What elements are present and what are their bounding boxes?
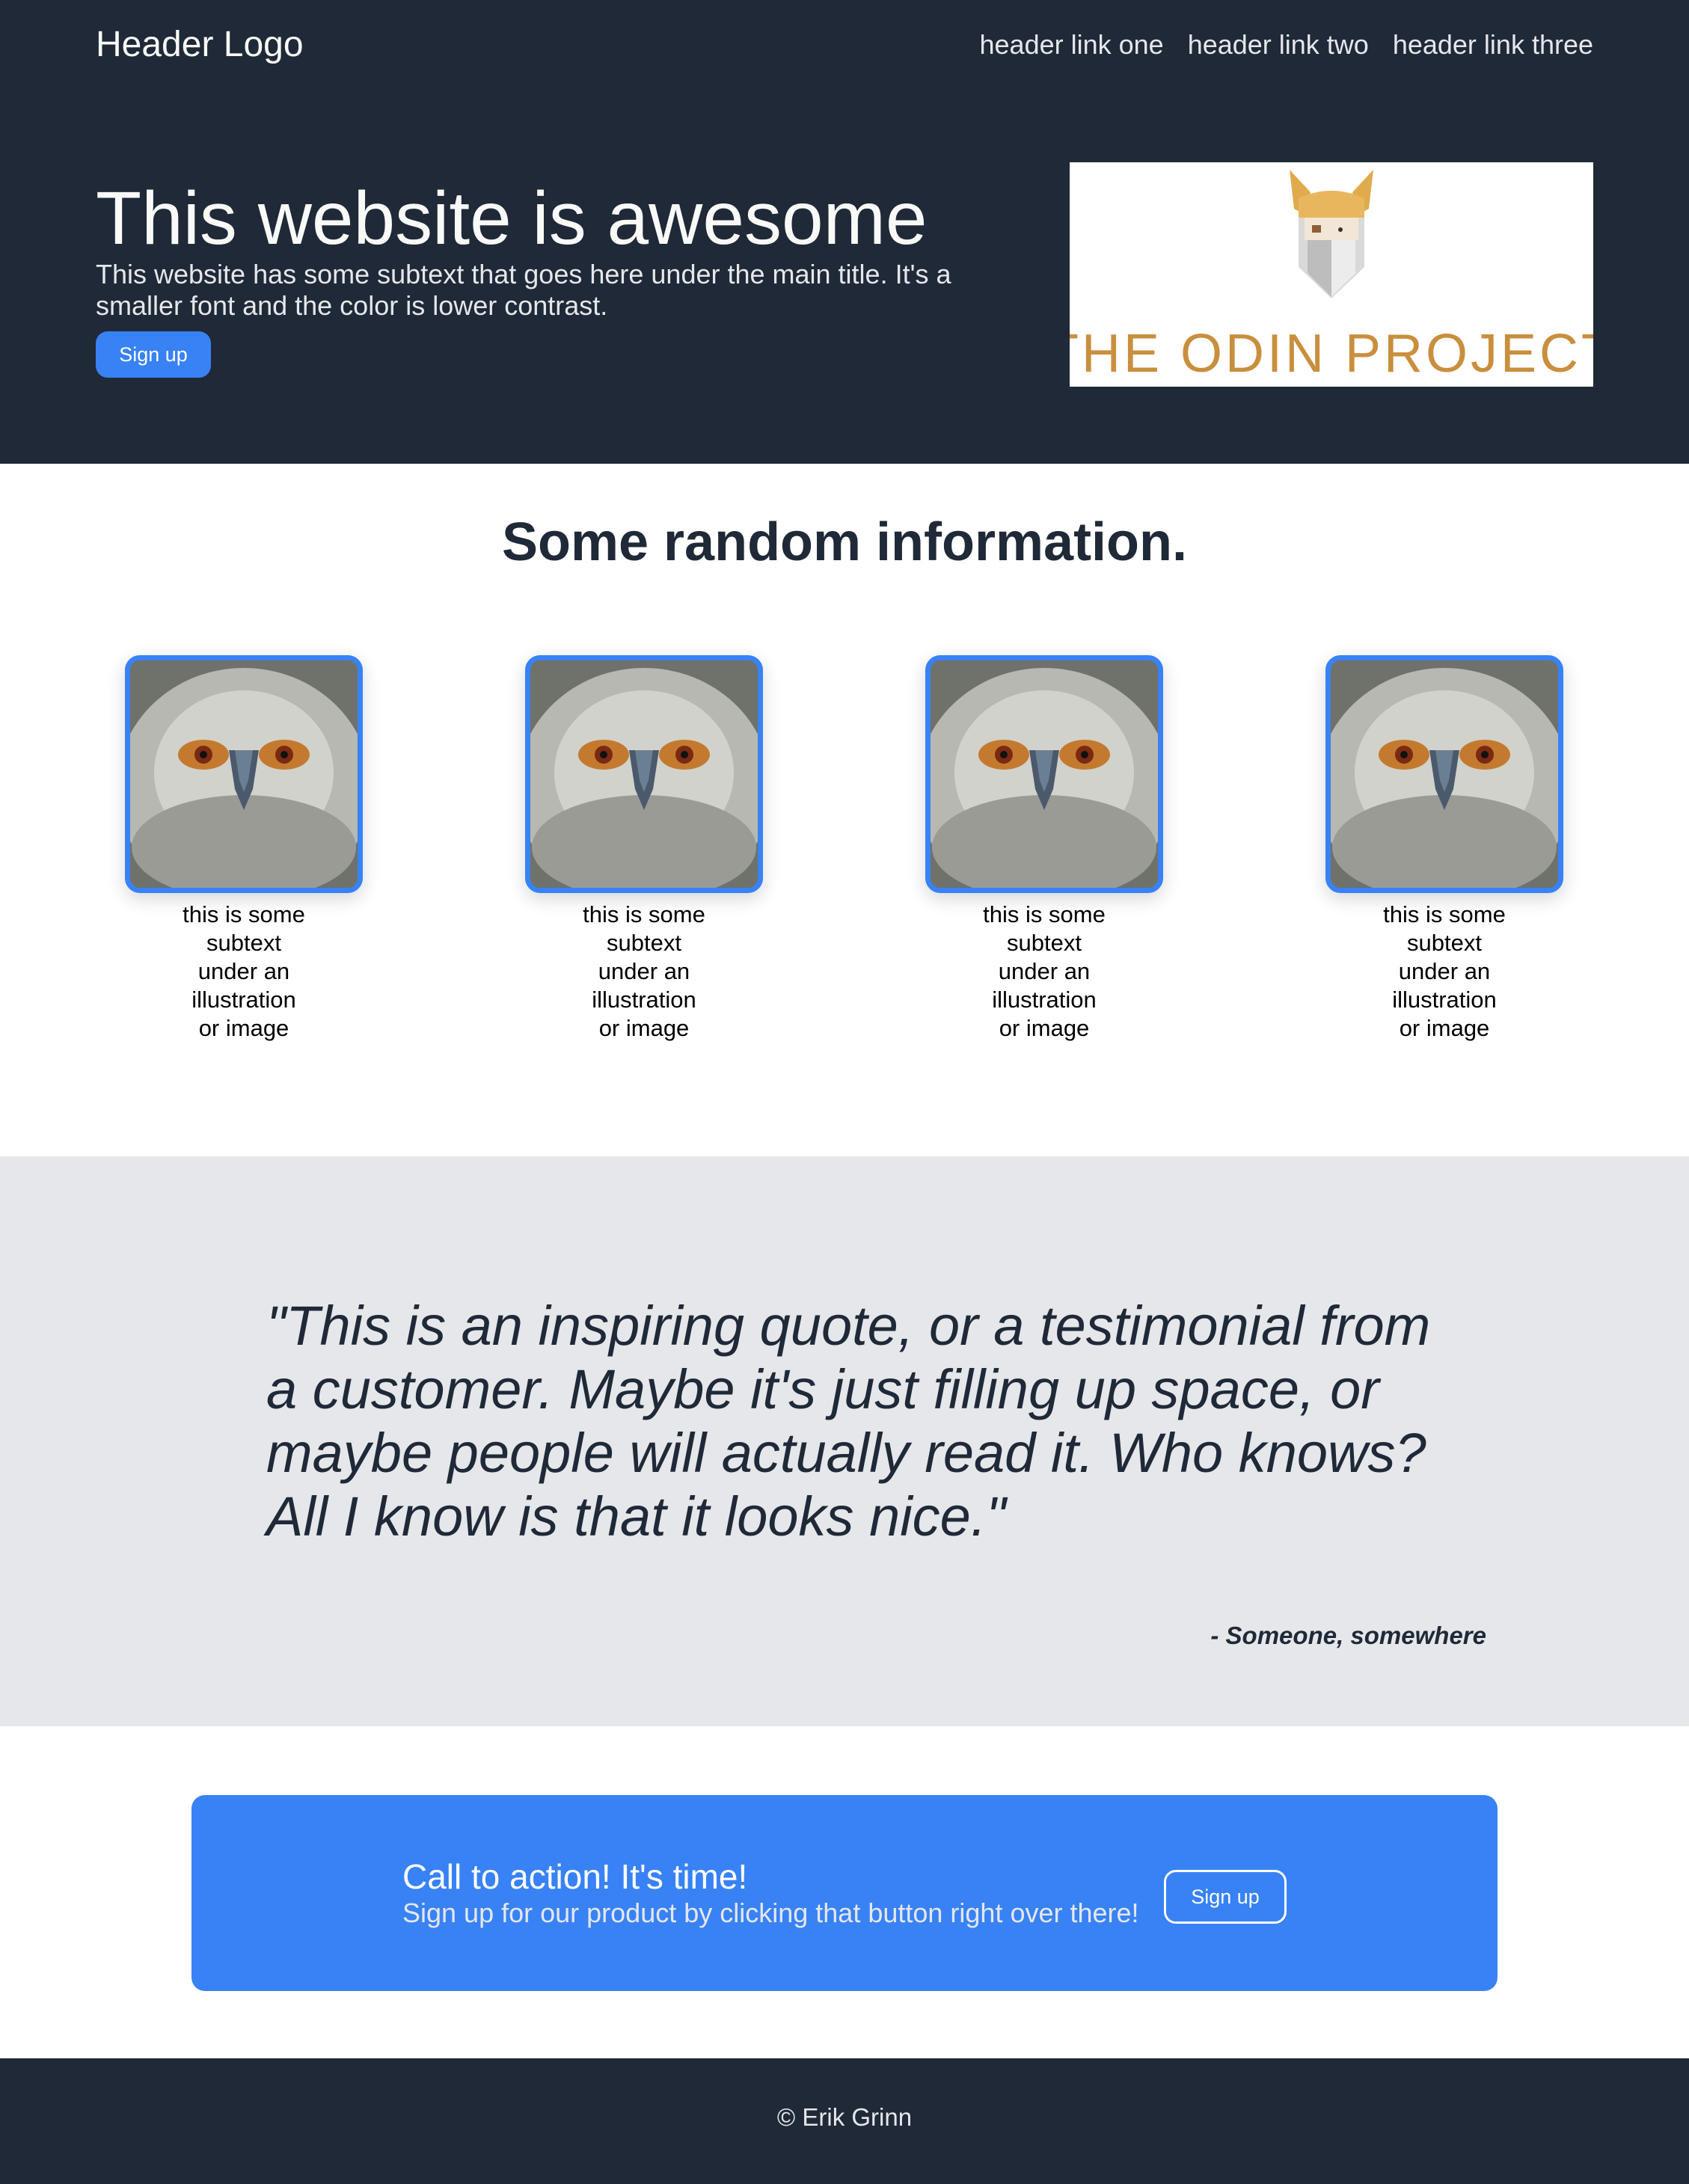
hero-signup-button[interactable]: Sign up: [96, 331, 211, 378]
header-link-one[interactable]: header link one: [980, 27, 1164, 63]
eagle-image: [530, 660, 758, 888]
eagle-image-frame: [125, 655, 363, 893]
cta-subtitle: Sign up for our product by clicking that…: [402, 1898, 1139, 1928]
eagle-image: [931, 660, 1158, 888]
info-card: this is some subtext under an illustrati…: [925, 655, 1163, 1043]
cta-signup-button[interactable]: Sign up: [1164, 1870, 1287, 1924]
header-link-two[interactable]: header link two: [1188, 27, 1369, 63]
card-caption: this is some subtext under an illustrati…: [583, 901, 705, 1041]
info-title: Some random information.: [501, 512, 1188, 572]
info-card: this is some subtext under an illustrati…: [125, 655, 363, 1043]
info-card: this is some subtext under an illustrati…: [525, 655, 763, 1043]
odin-project-logo-image: THE ODIN PROJECT: [1070, 162, 1593, 387]
hero-subtitle: This website has some subtext that goes …: [96, 259, 951, 321]
card-caption: this is some subtext under an illustrati…: [183, 901, 305, 1041]
hero-section: Header Logo header link one header link …: [0, 0, 1689, 464]
info-card: this is some subtext under an illustrati…: [1325, 655, 1563, 1043]
footer: © Erik Grinn: [0, 2058, 1689, 2184]
header-nav: header link one header link two header l…: [980, 27, 1594, 63]
quote-author: - Someone, somewhere: [1210, 1622, 1486, 1649]
eagle-image-frame: [1325, 655, 1563, 893]
odin-viking-logo: THE ODIN PROJECT: [1070, 170, 1593, 384]
cta-title: Call to action! It's time!: [402, 1857, 748, 1896]
header-logo[interactable]: Header Logo: [96, 22, 304, 67]
footer-copyright: © Erik Grinn: [776, 2103, 913, 2131]
hero-title: This website is awesome: [96, 177, 928, 260]
card-caption: this is some subtext under an illustrati…: [983, 901, 1106, 1041]
odin-logo-text: THE ODIN PROJECT: [1070, 324, 1593, 384]
quote-text: "This is an inspiring quote, or a testim…: [266, 1295, 1431, 1547]
card-caption: this is some subtext under an illustrati…: [1383, 901, 1506, 1041]
call-to-action-box: Call to action! It's time! Sign up for o…: [191, 1795, 1498, 1991]
eagle-image-frame: [925, 655, 1163, 893]
eagle-image: [130, 660, 358, 888]
eagle-image: [1331, 660, 1558, 888]
eagle-image-frame: [525, 655, 763, 893]
header-link-three[interactable]: header link three: [1393, 27, 1593, 63]
